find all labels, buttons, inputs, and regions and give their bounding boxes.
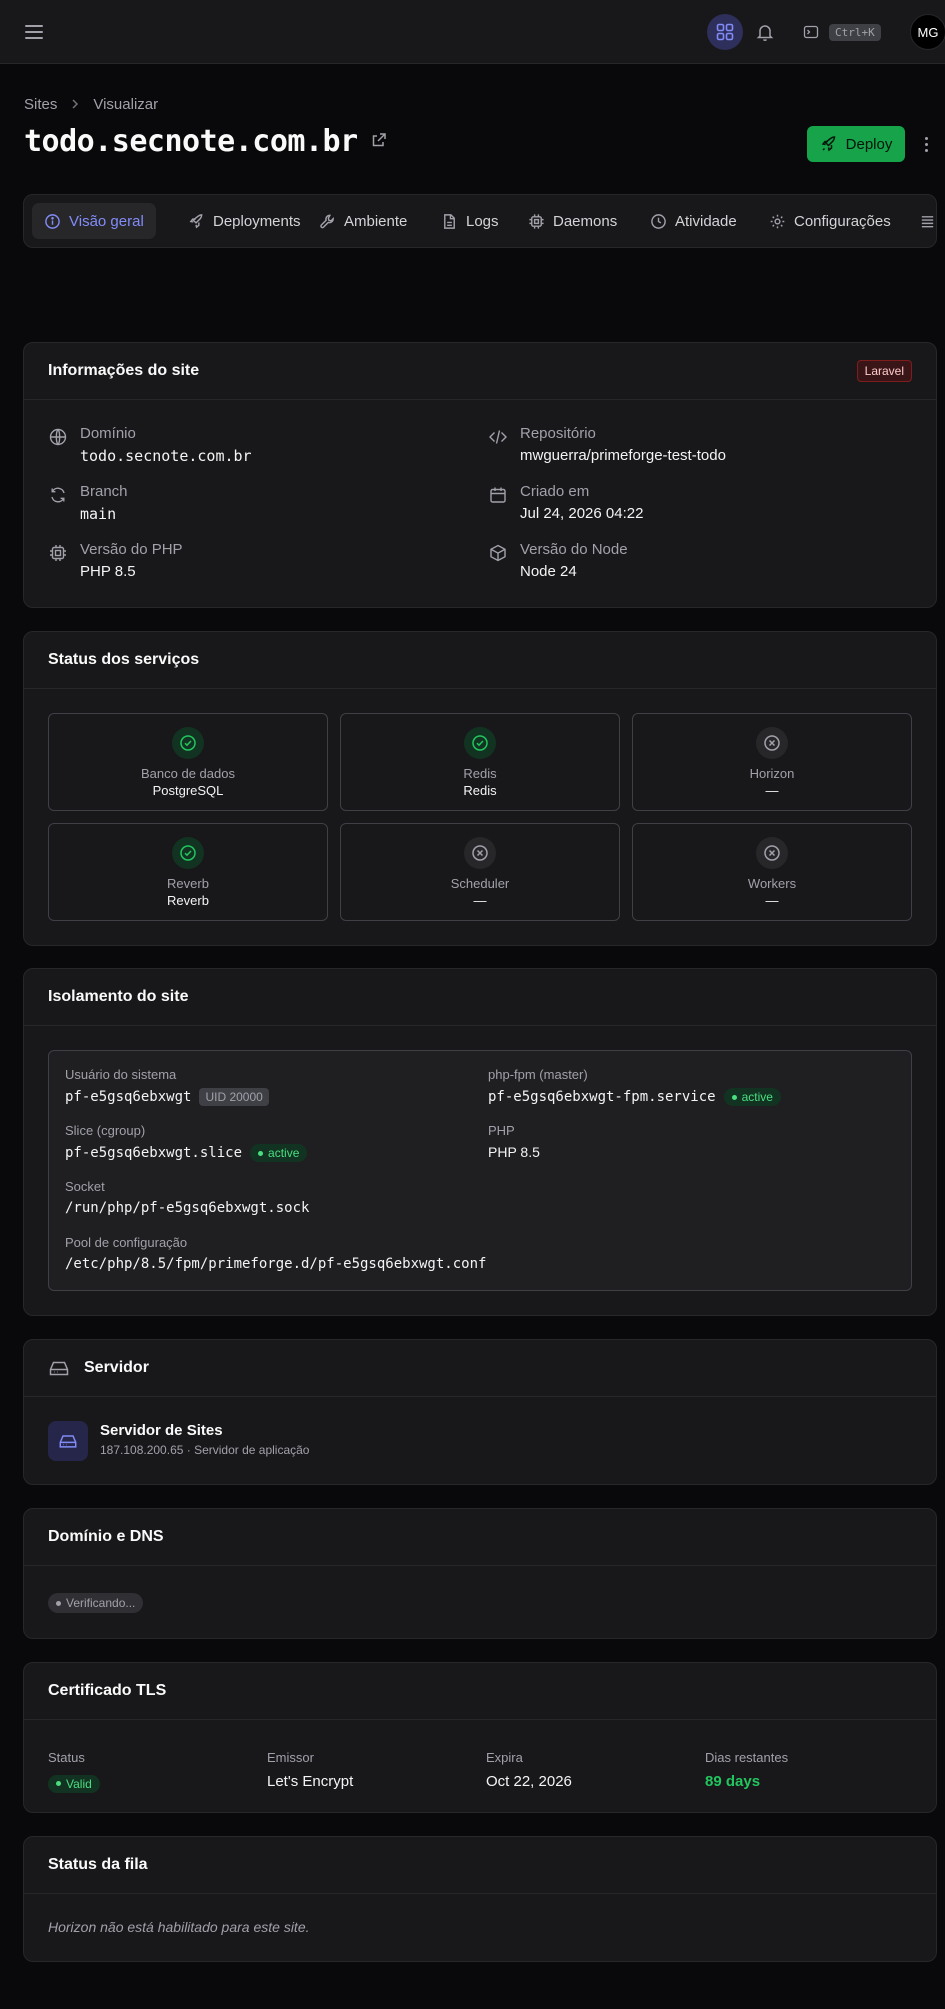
x-circle-icon (464, 837, 496, 869)
info-icon (45, 213, 60, 229)
site-tabs: Visão geral Deployments Ambiente Logs Da… (23, 194, 937, 248)
service-workers: Workers — (632, 823, 912, 921)
x-circle-icon (756, 837, 788, 869)
check-circle-icon (172, 837, 204, 869)
cpu-icon (529, 213, 544, 229)
card-title: Domínio e DNS (48, 1528, 164, 1545)
terminal-icon (803, 25, 819, 39)
tab-daemons[interactable]: Daemons (516, 203, 629, 239)
shortcut-hint: Ctrl+K (829, 23, 881, 41)
avatar[interactable]: MG (910, 14, 945, 50)
check-circle-icon (172, 727, 204, 759)
service-reverb: Reverb Reverb (48, 823, 328, 921)
status-badge: active (723, 1088, 781, 1106)
apps-grid-icon[interactable] (707, 14, 743, 50)
queue-card: Status da fila Horizon não está habilita… (23, 1836, 937, 1962)
command-palette-button[interactable]: Ctrl+K (803, 22, 881, 42)
cube-icon (490, 544, 506, 562)
tab-more[interactable] (911, 203, 936, 239)
framework-badge: Laravel (856, 360, 912, 382)
iso-pool: Pool de configuração /etc/php/8.5/fpm/pr… (65, 1235, 487, 1272)
tab-visao-geral[interactable]: Visão geral (32, 203, 156, 239)
site-title: todo.secnote.com.br (24, 124, 358, 159)
service-horizon: Horizon — (632, 713, 912, 811)
server-meta: 187.108.200.65 · Servidor de aplicação (100, 1443, 310, 1457)
breadcrumb-sites[interactable]: Sites (24, 96, 57, 113)
card-title: Isolamento do site (48, 988, 189, 1005)
gear-icon (770, 214, 785, 228)
code-icon (489, 430, 507, 444)
rocket-icon (189, 213, 203, 228)
server-card: Servidor Servidor de Sites 187.108.200.6… (23, 1339, 937, 1485)
server-name[interactable]: Servidor de Sites (100, 1422, 223, 1439)
tab-deployments[interactable]: Deployments (176, 203, 313, 239)
server-icon (49, 1361, 69, 1376)
iso-php: PHP PHP 8.5 (488, 1123, 540, 1160)
tls-issuer: Emissor Let's Encrypt (267, 1750, 354, 1790)
cpu-icon (50, 545, 66, 561)
iso-socket: Socket /run/php/pf-e5gsq6ebxwgt.sock (65, 1179, 310, 1216)
menu-icon[interactable] (22, 20, 46, 44)
card-title: Status dos serviços (48, 651, 200, 668)
service-database: Banco de dados PostgreSQL (48, 713, 328, 811)
status-badge: active (250, 1144, 308, 1162)
breadcrumb: Sites Visualizar (24, 96, 158, 113)
dns-card: Domínio e DNS Verificando... (23, 1508, 937, 1639)
isolation-card: Isolamento do site Usuário do sistema pf… (23, 968, 937, 1316)
tls-status: Status Valid (48, 1750, 100, 1793)
rocket-icon (821, 136, 835, 152)
file-icon (444, 213, 455, 229)
page-title: todo.secnote.com.br (24, 124, 388, 159)
x-circle-icon (756, 727, 788, 759)
refresh-icon (51, 487, 65, 503)
check-circle-icon (464, 727, 496, 759)
breadcrumb-current: Visualizar (93, 96, 159, 113)
isolation-details: Usuário do sistema pf-e5gsq6ebxwgt UID 20… (48, 1050, 912, 1291)
tls-expires: Expira Oct 22, 2026 (486, 1750, 572, 1790)
iso-user: Usuário do sistema pf-e5gsq6ebxwgt UID 20… (65, 1067, 269, 1106)
service-scheduler: Scheduler — (340, 823, 620, 921)
tls-card: Certificado TLS Status Valid Emissor Let… (23, 1662, 937, 1813)
uid-badge: UID 20000 (199, 1088, 269, 1106)
chevron-right-icon (69, 97, 81, 113)
clock-icon (651, 213, 666, 229)
card-title: Status da fila (48, 1856, 148, 1873)
tab-configuracoes[interactable]: Configurações (757, 203, 903, 239)
card-title: Certificado TLS (48, 1682, 167, 1699)
tab-logs[interactable]: Logs (429, 203, 511, 239)
dns-status-badge: Verificando... (48, 1593, 144, 1613)
bell-icon[interactable] (747, 14, 783, 50)
card-title: Informações do site (48, 362, 200, 379)
globe-icon (49, 428, 67, 446)
deploy-button[interactable]: Deploy (807, 126, 905, 162)
calendar-icon (490, 487, 506, 503)
service-redis: Redis Redis (340, 713, 620, 811)
queue-message: Horizon não está habilitado para este si… (48, 1919, 310, 1935)
top-bar: Ctrl+K MG (0, 0, 945, 64)
tls-days: Dias restantes 89 days (705, 1750, 789, 1790)
deploy-label: Deploy (845, 135, 893, 153)
list-icon (921, 215, 934, 227)
status-badge: Valid (48, 1774, 100, 1793)
iso-fpm: php-fpm (master) pf-e5gsq6ebxwgt-fpm.ser… (488, 1067, 781, 1106)
card-title: Servidor (84, 1359, 149, 1376)
wrench-icon (320, 214, 334, 228)
tab-ambiente[interactable]: Ambiente (307, 203, 419, 239)
more-menu-icon[interactable] (918, 132, 934, 156)
tab-atividade[interactable]: Atividade (638, 203, 749, 239)
iso-slice: Slice (cgroup) pf-e5gsq6ebxwgt.slice acti… (65, 1123, 308, 1162)
server-icon (48, 1421, 88, 1461)
external-link-icon[interactable] (370, 131, 388, 152)
site-info-card: Informações do site Laravel Domínio todo… (23, 342, 937, 608)
services-card: Status dos serviços Banco de dados Postg… (23, 631, 937, 946)
